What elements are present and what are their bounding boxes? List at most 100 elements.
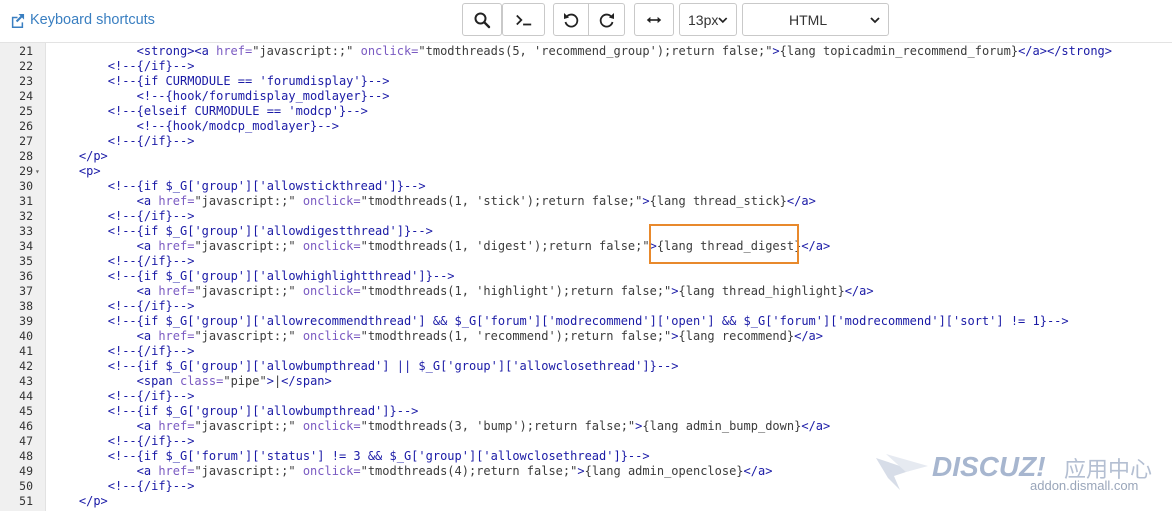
code-line[interactable]: 43 <span class="pipe">|</span>	[0, 374, 1172, 389]
editor-toolbar: Keyboard shortcuts 13px HTML	[0, 0, 1172, 43]
code-token: <!--{if $_G['forum']['status'] != 3 && $…	[107, 449, 650, 463]
code-token: </a>	[786, 194, 816, 208]
code-text: <!--{if $_G['group']['allowrecommendthre…	[108, 314, 1069, 329]
code-token: <!--{/if}-->	[107, 134, 195, 148]
discuz-logo-icon	[876, 454, 928, 490]
search-button[interactable]	[462, 3, 502, 36]
line-number: 26	[19, 119, 33, 133]
code-line[interactable]: 44 <!--{/if}-->	[0, 389, 1172, 404]
line-number: 34	[19, 239, 33, 253]
line-number: 36	[19, 269, 33, 283]
code-text: <!--{if $_G['forum']['status'] != 3 && $…	[108, 449, 650, 464]
code-token: {lang admin_bump_down}	[642, 419, 802, 433]
code-line[interactable]: 24 <!--{hook/forumdisplay_modlayer}-->	[0, 89, 1172, 104]
code-line[interactable]: 32 <!--{/if}-->	[0, 209, 1172, 224]
code-text: <!--{if $_G['group']['allowhighlightthre…	[108, 269, 455, 284]
code-line[interactable]: 27 <!--{/if}-->	[0, 134, 1172, 149]
code-token: <!--{/if}-->	[107, 434, 195, 448]
code-text: <!--{if $_G['group']['allowstickthread']…	[108, 179, 426, 194]
code-line[interactable]: 34 <a href="javascript:;" onclick="tmodth…	[0, 239, 1172, 254]
code-token: "tmodthreads(1, 'recommend');return fals…	[360, 329, 672, 343]
code-line[interactable]: 37 <a href="javascript:;" onclick="tmodth…	[0, 284, 1172, 299]
watermark-url: addon.dismall.com	[1030, 478, 1139, 493]
code-text: </p>	[79, 494, 108, 509]
code-token: {lang thread_digest}	[656, 239, 802, 253]
line-number: 24	[19, 89, 33, 103]
code-line[interactable]: 36 <!--{if $_G['group']['allowhighlightth…	[0, 269, 1172, 284]
undo-button[interactable]	[553, 3, 589, 36]
code-token: <p>	[78, 164, 101, 178]
code-token: "tmodthreads(1, 'highlight');return fals…	[360, 284, 672, 298]
code-token: "javascript:;"	[194, 239, 303, 253]
code-token: "javascript:;"	[252, 44, 361, 58]
terminal-button[interactable]	[502, 3, 545, 36]
code-token: <span	[136, 374, 180, 388]
code-line[interactable]: 41 <!--{/if}-->	[0, 344, 1172, 359]
code-token: "javascript:;"	[194, 194, 303, 208]
code-line[interactable]: 23 <!--{if CURMODULE == 'forumdisplay'}--…	[0, 74, 1172, 89]
code-line[interactable]: 47 <!--{/if}-->	[0, 434, 1172, 449]
code-line[interactable]: 46 <a href="javascript:;" onclick="tmodth…	[0, 419, 1172, 434]
code-text: <!--{/if}-->	[108, 299, 195, 314]
code-token: {lang topicadmin_recommend_forum}	[779, 44, 1019, 58]
code-line[interactable]: 42 <!--{if $_G['group']['allowbumpthread'…	[0, 359, 1172, 374]
code-token: "tmodthreads(5, 'recommend_group');retur…	[418, 44, 773, 58]
code-token: "tmodthreads(1, 'digest');return false;"	[360, 239, 650, 253]
code-token: onclick=	[302, 419, 361, 433]
code-line[interactable]: 25 <!--{elseif CURMODULE == 'modcp'}-->	[0, 104, 1172, 119]
code-token: </a></strong>	[1018, 44, 1112, 58]
chevron-down-icon	[870, 16, 880, 23]
code-text: <!--{/if}-->	[108, 134, 195, 149]
code-token: "pipe"	[223, 374, 267, 388]
line-number: 21	[19, 44, 33, 58]
fold-toggle-icon[interactable]: ▾	[35, 164, 43, 179]
code-token: <!--{/if}-->	[107, 59, 195, 73]
font-size-select[interactable]: 13px	[679, 3, 737, 36]
language-select[interactable]: HTML	[742, 3, 889, 36]
line-number: 31	[19, 194, 33, 208]
code-token: <a	[136, 464, 159, 478]
code-token: {lang thread_highlight}	[678, 284, 845, 298]
line-number: 40	[19, 329, 33, 343]
code-line[interactable]: 38 <!--{/if}-->	[0, 299, 1172, 314]
code-line[interactable]: 26 <!--{hook/modcp_modlayer}-->	[0, 119, 1172, 134]
line-number: 44	[19, 389, 33, 403]
code-editor[interactable]: 21 <strong><a href="javascript:;" onclick…	[0, 43, 1172, 511]
redo-button[interactable]	[589, 3, 625, 36]
line-number: 22	[19, 59, 33, 73]
code-token: <!--{/if}-->	[107, 479, 195, 493]
code-line[interactable]: 40 <a href="javascript:;" onclick="tmodth…	[0, 329, 1172, 344]
code-line[interactable]: 31 <a href="javascript:;" onclick="tmodth…	[0, 194, 1172, 209]
code-token: </p>	[78, 494, 108, 508]
code-line[interactable]: 22 <!--{/if}-->	[0, 59, 1172, 74]
code-line[interactable]: 28 </p>	[0, 149, 1172, 164]
wrap-icon	[646, 16, 662, 23]
code-text: <!--{if $_G['group']['allowdigestthread'…	[108, 224, 433, 239]
wrap-button[interactable]	[634, 3, 674, 36]
code-line[interactable]: 21 <strong><a href="javascript:;" onclick…	[0, 44, 1172, 59]
code-line[interactable]: 30 <!--{if $_G['group']['allowstickthread…	[0, 179, 1172, 194]
code-token: onclick=	[302, 284, 361, 298]
keyboard-shortcuts-link[interactable]: Keyboard shortcuts	[10, 11, 155, 29]
code-line[interactable]: 35 <!--{/if}-->	[0, 254, 1172, 269]
code-line[interactable]: 29 ▾ <p>	[0, 164, 1172, 179]
code-token: onclick=	[302, 194, 361, 208]
line-number: 38	[19, 299, 33, 313]
code-token: onclick=	[360, 44, 419, 58]
code-token: <!--{if CURMODULE == 'forumdisplay'}-->	[107, 74, 390, 88]
code-text: <a href="javascript:;" onclick="tmodthre…	[137, 284, 874, 299]
code-line[interactable]: 39 <!--{if $_G['group']['allowrecommendth…	[0, 314, 1172, 329]
code-token: <!--{elseif CURMODULE == 'modcp'}-->	[107, 104, 368, 118]
keyboard-shortcuts-label: Keyboard shortcuts	[30, 12, 155, 28]
code-token: >	[671, 329, 679, 343]
line-number: 30	[19, 179, 33, 193]
code-line[interactable]: 45 <!--{if $_G['group']['allowbumpthread'…	[0, 404, 1172, 419]
line-number: 37	[19, 284, 33, 298]
undo-icon	[564, 12, 579, 27]
line-number: 33	[19, 224, 33, 238]
code-token: "javascript:;"	[194, 464, 303, 478]
code-text: <a href="javascript:;" onclick="tmodthre…	[137, 329, 823, 344]
code-text: <!--{/if}-->	[108, 209, 195, 224]
terminal-icon	[515, 14, 531, 25]
code-line[interactable]: 33 <!--{if $_G['group']['allowdigestthrea…	[0, 224, 1172, 239]
